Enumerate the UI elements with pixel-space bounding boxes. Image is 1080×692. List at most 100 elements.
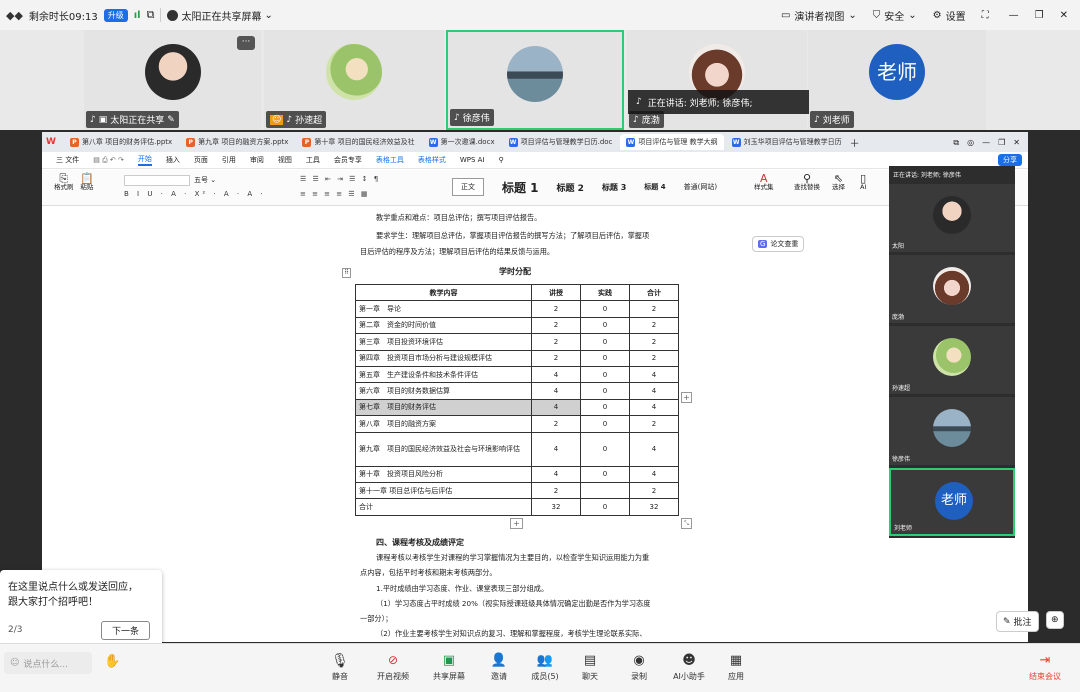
paragraph-buttons[interactable]: ☰ ☰ ⇤ ⇥ ☰ ↕ ¶: [300, 175, 380, 183]
invite-button[interactable]: 👤 邀请: [476, 653, 522, 682]
raise-hand-icon[interactable]: ✋: [104, 654, 120, 669]
table-row-selected[interactable]: 第七章 项目的财务评估 4 0 4: [355, 398, 679, 417]
participant-tile[interactable]: ♪ 庞渤: [627, 30, 807, 130]
close-icon[interactable]: ✕: [1060, 10, 1068, 21]
more-icon[interactable]: ···: [237, 36, 255, 50]
mute-button[interactable]: 🎙 静音: [317, 653, 363, 682]
style-heading3[interactable]: 标题 3: [602, 182, 626, 193]
settings-button[interactable]: ⚙ 设置: [933, 8, 966, 23]
share-screen-button[interactable]: ▣ 共享屏幕: [426, 653, 472, 682]
search-icon[interactable]: ⚲: [499, 156, 504, 164]
participant-tile[interactable]: ☺ ♪ 孙速超: [264, 30, 444, 130]
table-row[interactable]: 第一章 导论 2 0 2: [355, 300, 679, 318]
table-row[interactable]: 第五章 生产建设条件和技术条件评估 4 0 4: [355, 365, 679, 384]
window-controls[interactable]: ⧉ ◎ — ❐ ✕: [953, 137, 1020, 148]
new-tab-icon[interactable]: ＋: [850, 135, 860, 150]
table-row[interactable]: 第三章 项目投资环境评估 2 0 2: [355, 333, 679, 351]
doc-tab[interactable]: W 项目评估与管理教学日历.doc: [503, 134, 619, 150]
restore-icon[interactable]: ❐: [1035, 10, 1044, 21]
doc-tab[interactable]: P 第八章 项目的财务评估.pptx: [64, 134, 178, 150]
menu-home[interactable]: 开始: [137, 154, 152, 166]
ai-assistant-button[interactable]: ☻ AI小助手: [666, 653, 712, 682]
menu-table-tools[interactable]: 表格工具: [376, 155, 404, 165]
select-button[interactable]: ⇖ 选择: [832, 173, 845, 192]
invite-icon: 👤: [490, 653, 508, 668]
find-replace-button[interactable]: ⚲ 查找替换: [794, 173, 820, 192]
format-painter-button[interactable]: ⎘ 格式刷: [54, 173, 74, 192]
video-tile[interactable]: 徐彦伟: [889, 397, 1015, 465]
video-button[interactable]: ⊘ 开启视频: [370, 653, 416, 682]
share-doc-button[interactable]: 分享: [998, 154, 1022, 166]
end-meeting-button[interactable]: ⇥ 结束会议: [1022, 653, 1068, 682]
menu-table-style[interactable]: 表格样式: [418, 155, 446, 165]
video-tile[interactable]: 庞渤: [889, 255, 1015, 323]
table-row[interactable]: 第十章 投资项目风险分析 4 0 4: [355, 465, 679, 483]
popout-icon[interactable]: ⧉: [147, 8, 155, 22]
doc-tab[interactable]: P 第十章 项目的国民经济效益及社: [296, 134, 420, 150]
participant-name: ☺ ♪ 孙速超: [266, 111, 327, 128]
font-size-select[interactable]: 五号 ⌄: [194, 175, 216, 185]
quick-access-icons[interactable]: ▤ ⎙ ↶ ↷: [93, 156, 124, 165]
style-heading1[interactable]: 标题 1: [502, 179, 539, 196]
style-normal[interactable]: 正文: [452, 178, 484, 196]
doc-tab[interactable]: P 第九章 项目的融资方案.pptx: [180, 134, 294, 150]
add-column-icon[interactable]: +: [681, 392, 692, 403]
share-status[interactable]: 太阳正在共享屏幕 ⌄: [167, 8, 273, 23]
next-button[interactable]: 下一条: [100, 621, 150, 640]
table-row[interactable]: 第九章 项目的国民经济效益及社会与环境影响评估 4 0 4: [355, 431, 679, 467]
table-handle-icon[interactable]: ⠿: [342, 268, 351, 278]
menu-page[interactable]: 页面: [194, 155, 208, 165]
style-heading4[interactable]: 标题 4: [644, 182, 665, 192]
annotate-button[interactable]: ✎ 批注: [996, 611, 1039, 632]
video-tile-active[interactable]: 老师 刘老师: [889, 468, 1015, 536]
menu-reference[interactable]: 引用: [222, 155, 236, 165]
table-row[interactable]: 合计 32 0 32: [355, 498, 679, 516]
members-button[interactable]: 👥 成员(5): [522, 653, 568, 682]
participant-tile-active[interactable]: ♪ 徐彦伟: [446, 30, 624, 130]
resize-table-icon[interactable]: ⤡: [681, 518, 692, 529]
doc-tab[interactable]: W 刘玉华项目评估与管理教学日历: [726, 134, 848, 150]
record-button[interactable]: ◉ 录制: [616, 653, 662, 682]
video-tile[interactable]: 孙速超: [889, 326, 1015, 394]
menu-file[interactable]: 三 文件: [56, 155, 79, 165]
participant-tile[interactable]: ··· ♪ ▣ 太阳正在共享 ✎: [84, 30, 261, 130]
participant-name: ♪ ▣ 太阳正在共享 ✎: [86, 111, 179, 128]
menu-review[interactable]: 审阅: [250, 155, 264, 165]
table-row[interactable]: 第八章 项目的融资方案 2 0 2: [355, 415, 679, 433]
menu-insert[interactable]: 插入: [166, 155, 180, 165]
schedule-table[interactable]: 教学内容 讲授 实践 合计 第一章 导论 2 0 2 第二章 资金的时间价值 2 0 2 第…: [355, 283, 679, 516]
paste-button[interactable]: 📋 粘贴: [80, 173, 94, 192]
menu-tools[interactable]: 工具: [306, 155, 320, 165]
style-gallery[interactable]: 正文 标题 1 标题 2 标题 3 标题 4 普通(网站): [452, 176, 717, 198]
menu-view[interactable]: 视图: [278, 155, 292, 165]
table-row[interactable]: 第二章 资金的时间价值 2 0 2: [355, 316, 679, 335]
zoom-icon[interactable]: ⊕: [1046, 611, 1064, 629]
menu-member[interactable]: 会员专享: [334, 155, 362, 165]
apps-button[interactable]: ▦ 应用: [713, 653, 759, 682]
doc-tab[interactable]: W 第一次邀课.docx: [423, 134, 501, 150]
table-row[interactable]: 第四章 投资项目市场分析与建设规模评估 2 0 2: [355, 349, 679, 367]
add-row-icon[interactable]: +: [510, 518, 523, 529]
table-row[interactable]: 第六章 项目的财务数据估算 4 0 4: [355, 382, 679, 400]
video-tile[interactable]: 太阳: [889, 184, 1015, 252]
font-name-select[interactable]: [124, 175, 190, 186]
font-format-buttons[interactable]: B I U · A · X² · A · A ·: [124, 190, 266, 198]
upgrade-button[interactable]: 升级: [103, 8, 128, 22]
chat-input[interactable]: ☺ 说点什么...: [4, 652, 92, 674]
presenter-view-button[interactable]: ▭ 演讲者视图 ⌄: [781, 8, 857, 23]
align-buttons[interactable]: ≡ ≡ ≡ ≡ ☰ ▦: [300, 190, 369, 198]
table-row[interactable]: 第十一章 项目总评估与后评估 2 2: [355, 481, 679, 500]
style-web[interactable]: 普通(网站): [684, 182, 717, 192]
style-set-button[interactable]: A 样式集: [754, 173, 774, 192]
style-heading2[interactable]: 标题 2: [557, 181, 584, 194]
fullscreen-icon[interactable]: ⛶: [982, 10, 989, 21]
minimize-icon[interactable]: —: [1009, 10, 1019, 21]
security-button[interactable]: ⛉ 安全 ⌄: [873, 8, 917, 23]
chat-button[interactable]: ▤ 聊天: [567, 653, 613, 682]
mic-icon: ♪: [636, 97, 642, 107]
ai-button[interactable]: ▯ AI: [860, 173, 866, 192]
participant-tile[interactable]: 老师 ♪ 刘老师: [808, 30, 986, 130]
doc-tab-active[interactable]: W 项目评估与管理 教学大纲: [620, 134, 724, 150]
menu-wps-ai[interactable]: WPS AI: [460, 156, 485, 164]
plagiarism-check-button[interactable]: G 论文查重: [752, 236, 805, 252]
